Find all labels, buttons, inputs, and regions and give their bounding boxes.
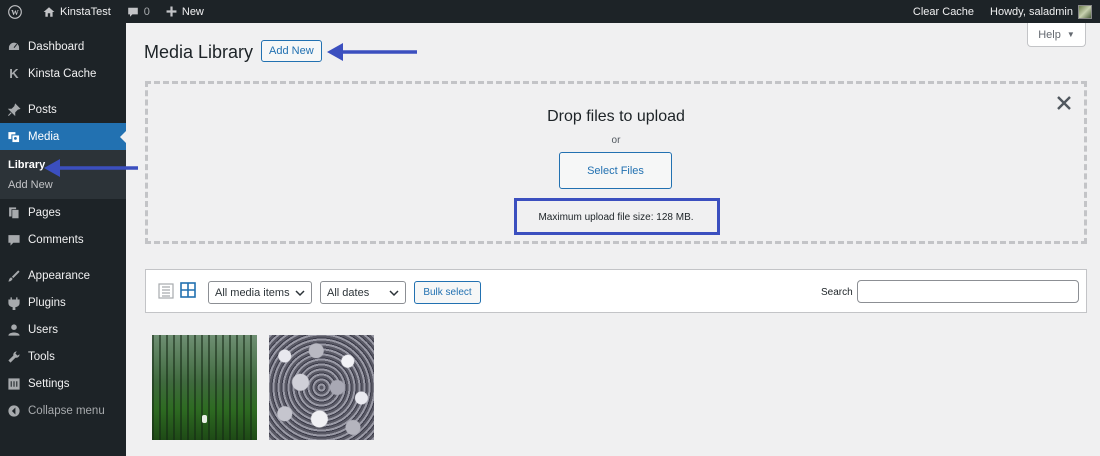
account-menu[interactable]: Howdy, saladmin xyxy=(982,0,1100,23)
new-label: New xyxy=(181,5,204,18)
or-text: or xyxy=(611,135,621,146)
annotation-arrow-library xyxy=(44,159,138,177)
clear-cache-label: Clear Cache xyxy=(912,5,975,18)
annotation-highlight-box xyxy=(514,198,720,235)
home-icon xyxy=(43,6,55,17)
sidebar-item-tools[interactable]: Tools xyxy=(0,343,126,370)
drop-files-title: Drop files to upload xyxy=(547,108,685,125)
media-toolbar: All media items All dates Bulk select Se… xyxy=(145,269,1087,313)
sidebar-item-label: Appearance xyxy=(28,269,91,282)
media-thumbnail-forest[interactable] xyxy=(152,335,257,440)
sidebar-item-label: Users xyxy=(28,323,59,336)
search-label: Search xyxy=(821,287,853,298)
pin-icon xyxy=(6,102,22,118)
sidebar-item-appearance[interactable]: Appearance xyxy=(0,262,126,289)
sidebar-item-label: Pages xyxy=(28,206,61,219)
media-type-select[interactable]: All media items xyxy=(208,281,312,304)
admin-bar: W KinstaTest 0 New Clear Cache Howdy, sa… xyxy=(0,0,1100,23)
media-icon xyxy=(6,129,22,145)
brush-icon xyxy=(6,268,22,284)
sidebar-item-label: Media xyxy=(28,130,60,143)
bulk-select-button[interactable]: Bulk select xyxy=(414,281,481,304)
sidebar-item-pages[interactable]: Pages xyxy=(0,199,126,226)
page-title: Media Library xyxy=(144,42,254,62)
site-name-link[interactable]: KinstaTest xyxy=(35,0,119,23)
collapse-icon xyxy=(6,403,22,419)
date-filter-value: All dates xyxy=(327,286,370,299)
main-content: Media Library Add New Help ▼ Drop files t… xyxy=(126,23,1100,456)
wordpress-logo-icon[interactable]: W xyxy=(0,0,35,23)
media-thumbnail-pebbles[interactable] xyxy=(269,335,374,440)
howdy-text: Howdy, saladmin xyxy=(990,5,1073,18)
dashboard-icon xyxy=(6,39,22,55)
admin-sidebar: Dashboard K Kinsta Cache Posts Media Lib… xyxy=(0,23,126,456)
collapse-menu-button[interactable]: Collapse menu xyxy=(0,397,126,424)
sidebar-item-label: Posts xyxy=(28,103,57,116)
sidebar-item-dashboard[interactable]: Dashboard xyxy=(0,33,126,60)
list-view-icon[interactable] xyxy=(158,283,174,299)
comments-link[interactable]: 0 xyxy=(119,0,158,23)
sidebar-item-kinsta-cache[interactable]: K Kinsta Cache xyxy=(0,60,126,87)
user-icon xyxy=(6,322,22,338)
caret-down-icon: ▼ xyxy=(1066,30,1075,39)
comments-count: 0 xyxy=(143,5,150,18)
sidebar-item-label: Collapse menu xyxy=(28,404,105,417)
date-filter-select[interactable]: All dates xyxy=(320,281,406,304)
plus-icon xyxy=(166,6,177,17)
figure-in-forest xyxy=(202,415,207,423)
sidebar-item-users[interactable]: Users xyxy=(0,316,126,343)
sidebar-item-label: Comments xyxy=(28,233,84,246)
new-content-link[interactable]: New xyxy=(158,0,212,23)
add-new-button[interactable]: Add New xyxy=(261,40,322,62)
sidebar-item-label: Settings xyxy=(28,377,70,390)
sidebar-item-label: Dashboard xyxy=(28,40,85,53)
sidebar-item-label: Kinsta Cache xyxy=(28,67,97,80)
annotation-arrow-add-new xyxy=(327,43,417,61)
media-type-value: All media items xyxy=(215,286,290,299)
site-name: KinstaTest xyxy=(60,5,111,18)
chevron-down-icon xyxy=(295,290,305,297)
grid-view-icon[interactable] xyxy=(180,282,196,298)
upload-dropzone[interactable]: Drop files to upload or Select Files Max… xyxy=(145,81,1087,244)
svg-text:W: W xyxy=(11,7,19,16)
sidebar-item-posts[interactable]: Posts xyxy=(0,96,126,123)
wrench-icon xyxy=(6,349,22,365)
sidebar-item-media[interactable]: Media xyxy=(0,123,126,150)
pages-icon xyxy=(6,205,22,221)
kinsta-icon: K xyxy=(9,66,19,81)
clear-cache-link[interactable]: Clear Cache xyxy=(905,0,982,23)
settings-icon xyxy=(6,376,22,392)
sidebar-item-plugins[interactable]: Plugins xyxy=(0,289,126,316)
help-label: Help xyxy=(1038,28,1061,41)
sidebar-item-label: Plugins xyxy=(28,296,66,309)
sidebar-item-label: Tools xyxy=(28,350,55,363)
search-input[interactable] xyxy=(857,280,1079,303)
avatar xyxy=(1078,4,1092,19)
select-files-button[interactable]: Select Files xyxy=(559,152,672,189)
comment-bubble-icon xyxy=(127,7,138,17)
comment-icon xyxy=(6,232,22,248)
sidebar-item-settings[interactable]: Settings xyxy=(0,370,126,397)
chevron-down-icon xyxy=(389,290,399,297)
help-button[interactable]: Help ▼ xyxy=(1027,23,1086,47)
plugin-icon xyxy=(6,295,22,311)
sidebar-item-comments[interactable]: Comments xyxy=(0,226,126,253)
